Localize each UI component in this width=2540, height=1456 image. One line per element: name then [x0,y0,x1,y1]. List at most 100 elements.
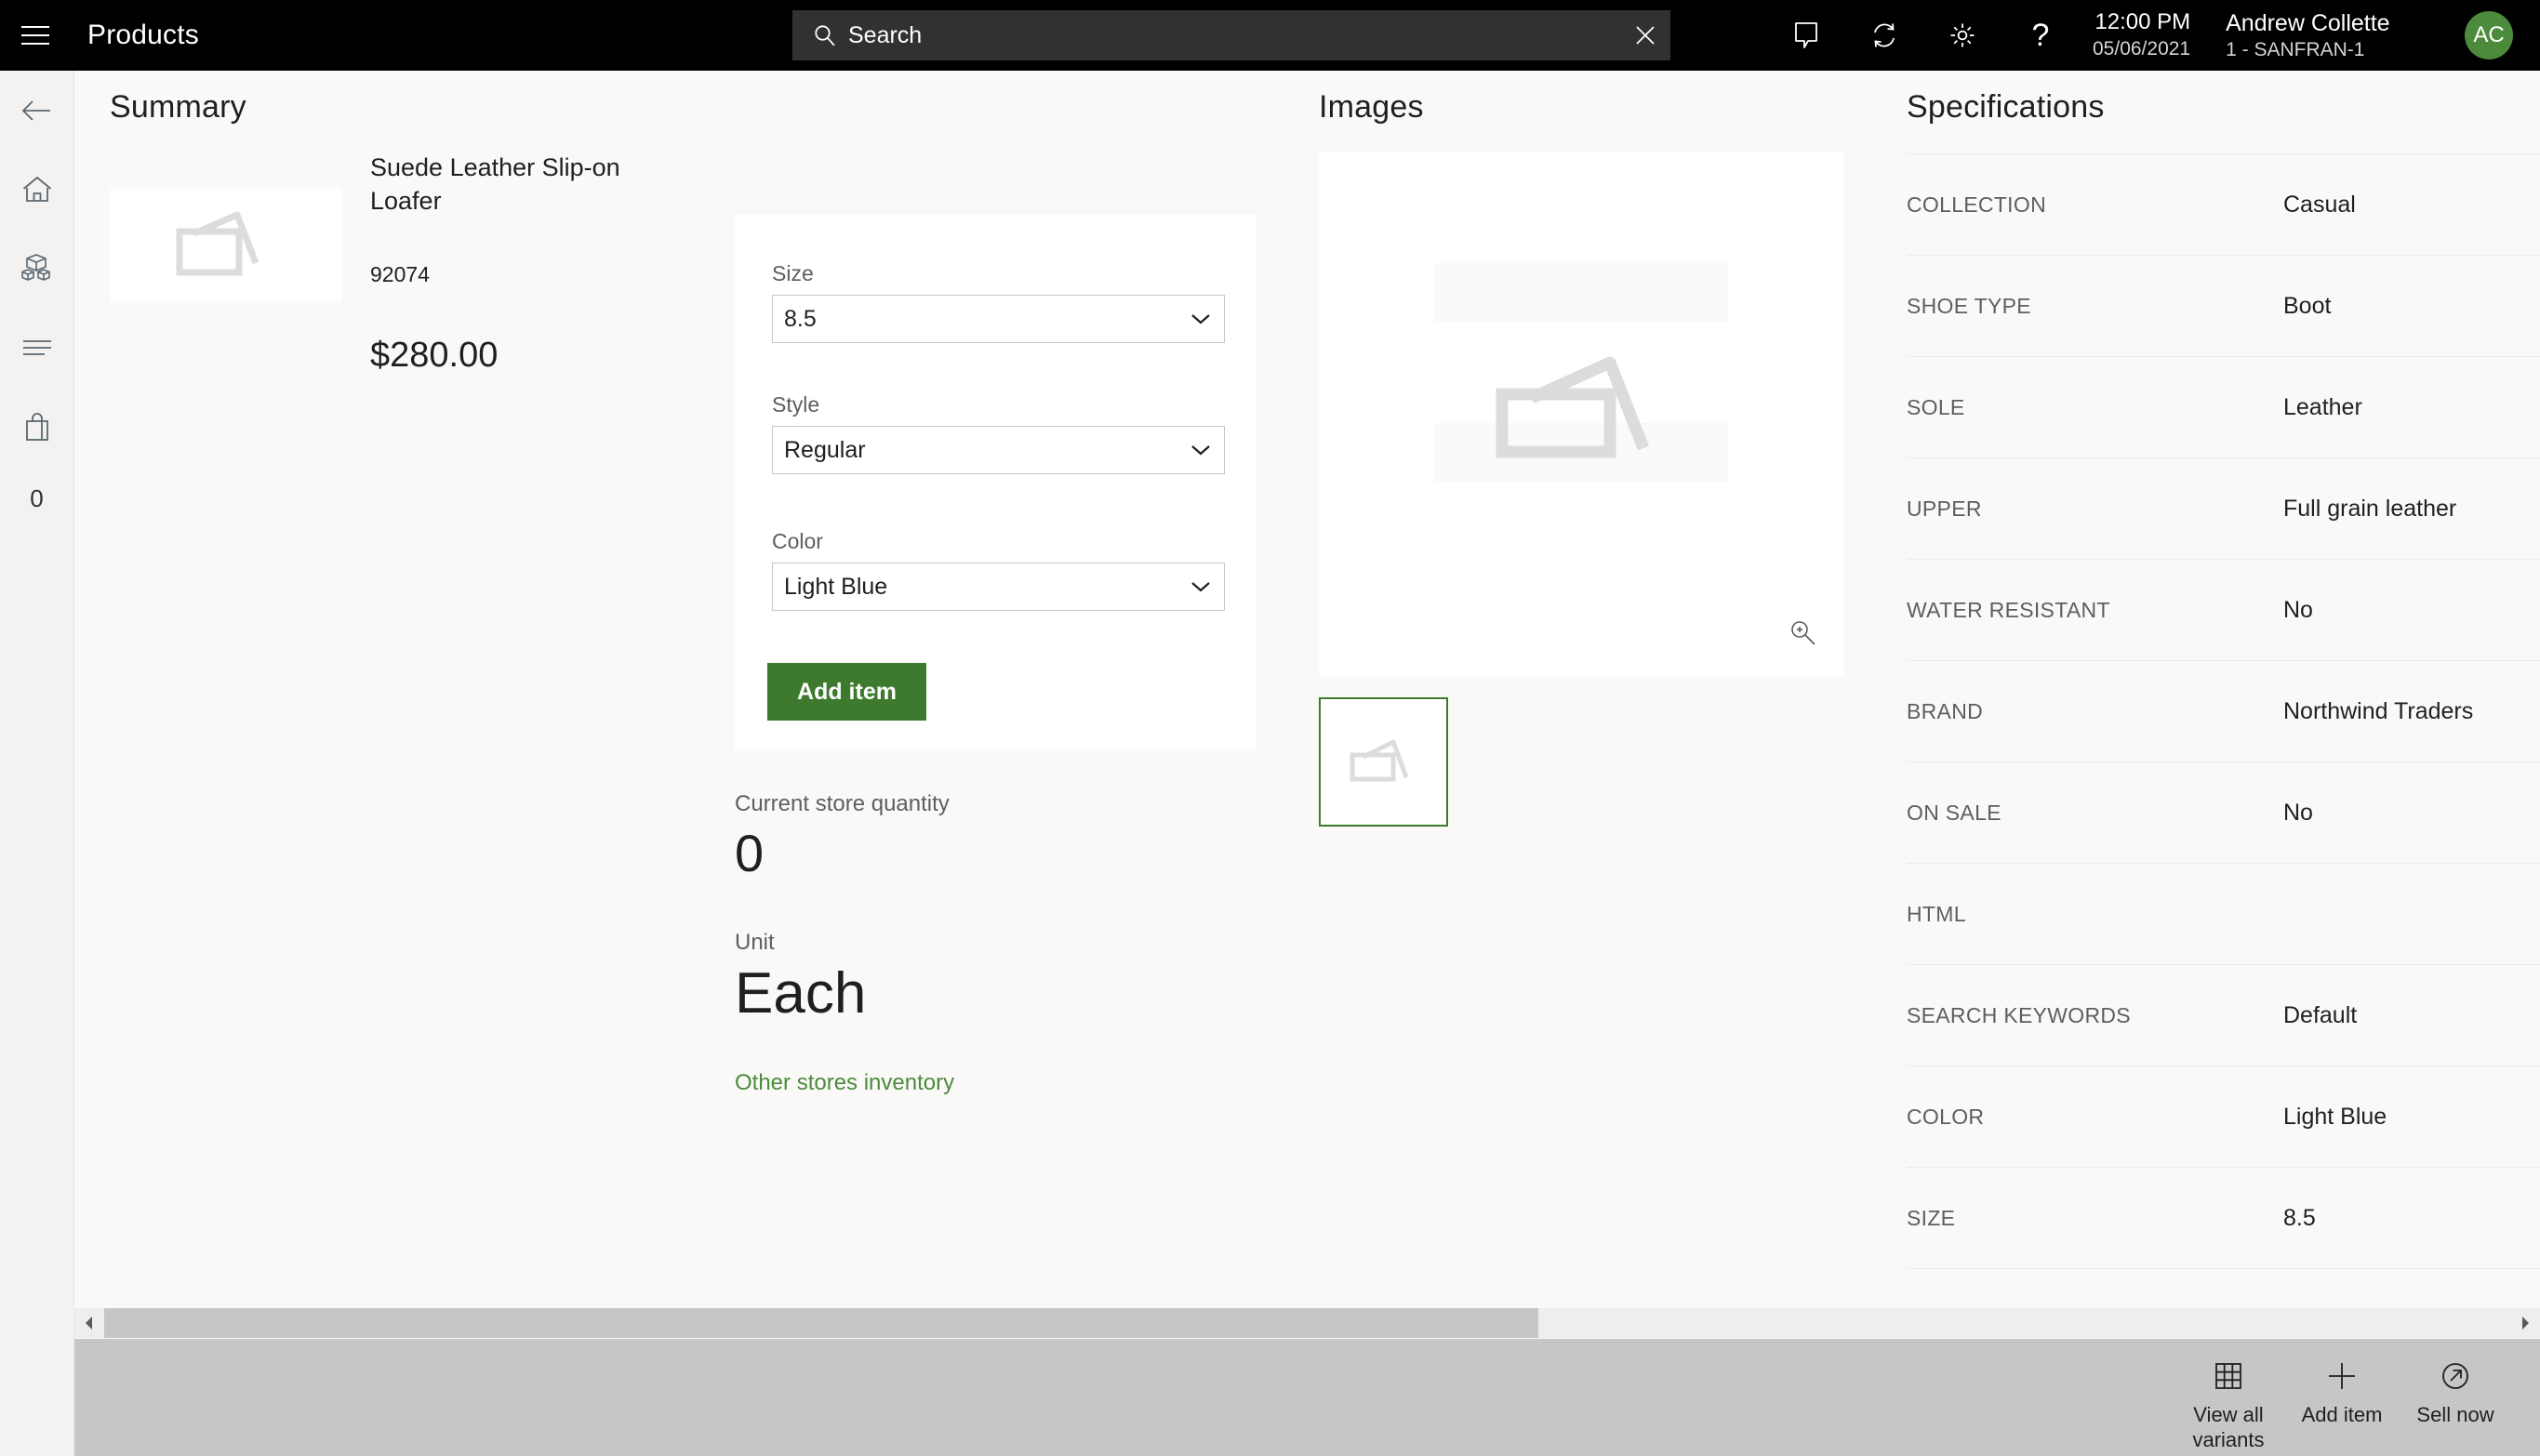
user-store: 1 - SANFRAN-1 [2226,38,2365,60]
search-icon [813,23,837,47]
spec-value: No [2283,596,2313,623]
table-row: ON SALE No [1907,761,2540,863]
top-navigation-bar: Products ? 12:00 PM 05/06/2021 Andrew Co… [0,0,2540,71]
size-select-wrapper[interactable]: 8.5 [772,295,1225,343]
spec-key: WATER RESISTANT [1907,597,2110,622]
main-content-area: Summary Suede Leather Slip-on Loafer 920… [74,71,2540,1339]
user-name: Andrew Collette [2226,9,2390,36]
summary-title: Summary [110,89,246,125]
list-lines-icon[interactable] [0,308,73,387]
specifications-title: Specifications [1907,89,2105,125]
spec-value: Boot [2283,292,2332,319]
product-price: $280.00 [370,336,499,376]
topbar-icon-group: ? 12:00 PM 05/06/2021 Andrew Collette 1 … [1767,0,2390,71]
table-row: SOLE Leather [1907,356,2540,457]
boxes-icon[interactable] [0,229,73,308]
sync-icon[interactable] [1845,0,1923,71]
spec-key: SHOE TYPE [1907,293,2031,318]
current-store-quantity-label: Current store quantity [735,791,950,816]
style-select-wrapper[interactable]: Regular [772,426,1225,474]
spec-value: Full grain leather [2283,495,2457,522]
spec-key: HTML [1907,901,1966,926]
help-icon[interactable]: ? [2001,0,2080,71]
product-name: Suede Leather Slip-on Loafer [370,153,620,215]
product-sku: 92074 [370,262,430,287]
thumbnail-1[interactable] [1319,697,1448,827]
specifications-panel: Specifications COLLECTION Casual SHOE TY… [1907,89,2540,1269]
color-select-wrapper[interactable]: Light Blue [772,563,1225,611]
zoom-in-icon[interactable] [1781,612,1824,655]
avatar[interactable]: AC [2465,11,2513,60]
product-thumbnail [110,152,342,338]
spec-value: No [2283,799,2313,826]
images-title: Images [1319,89,1424,125]
search-input[interactable] [848,21,1620,49]
add-item-form-button[interactable]: Add item [767,663,926,721]
spec-value: 8.5 [2283,1204,2316,1231]
spec-value: Northwind Traders [2283,697,2474,724]
spec-key: COLOR [1907,1104,1985,1129]
spec-value: Light Blue [2283,1103,2387,1130]
main-image[interactable] [1319,152,1844,677]
bottom-command-bar: View all variants Add item Sell now [74,1339,2540,1456]
image-placeholder-icon [1433,285,1731,545]
size-label: Size [772,261,814,285]
chat-icon[interactable] [1767,0,1845,71]
style-label: Style [772,392,820,417]
table-row: COLOR Light Blue [1907,1066,2540,1167]
chevron-left-icon[interactable] [74,1308,104,1338]
hamburger-line [21,43,49,45]
unit-label: Unit [735,929,775,955]
table-row: HTML [1907,863,2540,964]
clock-date: 05/06/2021 [2093,37,2191,60]
sell-now-button[interactable]: Sell now [2399,1356,2512,1427]
spec-key: UPPER [1907,496,1982,521]
shopping-bag-icon[interactable] [0,387,73,466]
horizontal-scrollbar[interactable] [74,1308,2540,1338]
table-row: WATER RESISTANT No [1907,559,2540,660]
image-placeholder-icon [110,189,342,300]
spec-key: SEARCH KEYWORDS [1907,1002,2131,1027]
size-field: Size 8.5 [772,261,1225,343]
gear-icon[interactable] [1923,0,2001,71]
scrollbar-track[interactable] [104,1308,2510,1338]
color-field: Color Light Blue [772,529,1225,611]
sell-now-label: Sell now [2416,1403,2494,1426]
command-bar-items: View all variants Add item Sell now [2172,1339,2512,1456]
color-select[interactable]: Light Blue [773,563,1224,610]
search-bar[interactable] [792,10,1670,60]
hamburger-line [21,26,49,28]
table-row: SHOE TYPE Boot [1907,255,2540,356]
hamburger-line [21,34,49,36]
inventory-block: Current store quantity 0 Unit Each Other… [735,791,1256,1096]
view-all-variants-label: View all variants [2192,1403,2265,1452]
unit-value: Each [735,960,867,1026]
view-all-variants-button[interactable]: View all variants [2172,1356,2285,1453]
product-info: Suede Leather Slip-on Loafer 92074 $280.… [370,152,631,376]
table-row: BRAND Northwind Traders [1907,660,2540,761]
table-row: COLLECTION Casual [1907,153,2540,255]
size-select[interactable]: 8.5 [773,296,1224,342]
hamburger-icon[interactable] [0,0,71,71]
add-item-button[interactable]: Add item [2285,1356,2399,1427]
images-panel: Images [1319,89,1844,827]
spec-key: BRAND [1907,698,1984,723]
other-stores-inventory-link[interactable]: Other stores inventory [735,1070,954,1096]
user-info[interactable]: Andrew Collette 1 - SANFRAN-1 [2226,8,2389,63]
close-icon[interactable] [1620,10,1670,60]
table-row: SIZE 8.5 [1907,1167,2540,1269]
spec-value: Casual [2283,191,2356,218]
style-select[interactable]: Regular [773,427,1224,473]
scrollbar-thumb[interactable] [104,1308,1538,1338]
plus-icon [2326,1356,2358,1396]
specifications-list: COLLECTION Casual SHOE TYPE Boot SOLE Le… [1907,153,2540,1269]
color-label: Color [772,529,823,553]
home-icon[interactable] [0,150,73,229]
chevron-right-icon[interactable] [2510,1308,2540,1338]
current-store-quantity-value: 0 [735,824,765,882]
back-arrow-icon[interactable] [0,71,73,150]
thumbnail-strip [1319,697,1844,827]
grid-icon [2214,1356,2243,1396]
spec-key: SOLE [1907,394,1965,419]
table-row: SEARCH KEYWORDS Default [1907,964,2540,1066]
